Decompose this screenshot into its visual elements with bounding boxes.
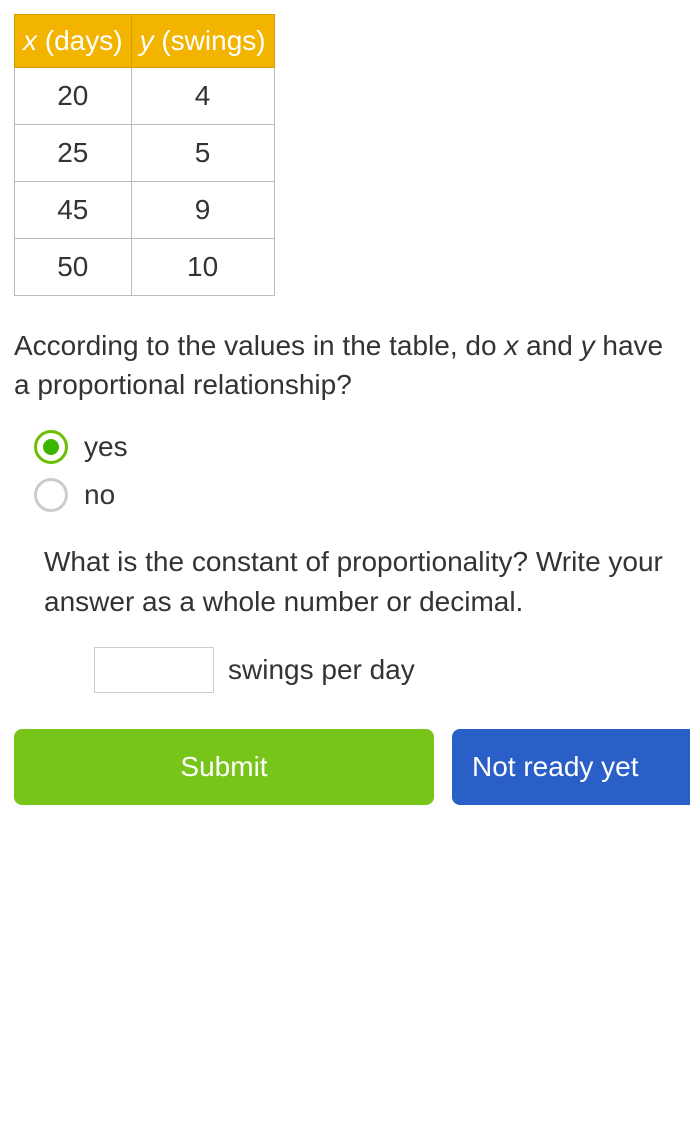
- option-label: yes: [84, 431, 128, 463]
- option-no[interactable]: no: [34, 478, 676, 512]
- radio-icon: [34, 430, 68, 464]
- question-proportional: According to the values in the table, do…: [14, 326, 676, 404]
- question-constant: What is the constant of proportionality?…: [44, 542, 676, 620]
- col-header-x: x (days): [15, 15, 132, 68]
- cell-y: 5: [131, 125, 274, 182]
- data-table: x (days) y (swings) 20 4 25 5 45 9 50 10: [14, 14, 275, 296]
- radio-icon: [34, 478, 68, 512]
- cell-y: 4: [131, 68, 274, 125]
- option-yes[interactable]: yes: [34, 430, 676, 464]
- answer-input[interactable]: [94, 647, 214, 693]
- submit-button[interactable]: Submit: [14, 729, 434, 805]
- table-row: 25 5: [15, 125, 275, 182]
- button-row: Submit Not ready yet: [14, 729, 676, 805]
- not-ready-button[interactable]: Not ready yet: [452, 729, 690, 805]
- option-label: no: [84, 479, 115, 511]
- cell-x: 25: [15, 125, 132, 182]
- col-header-y: y (swings): [131, 15, 274, 68]
- table-row: 45 9: [15, 182, 275, 239]
- answer-row: swings per day: [94, 647, 676, 693]
- cell-x: 45: [15, 182, 132, 239]
- table-row: 20 4: [15, 68, 275, 125]
- cell-x: 20: [15, 68, 132, 125]
- options-group: yes no: [34, 430, 676, 512]
- cell-y: 9: [131, 182, 274, 239]
- cell-x: 50: [15, 239, 132, 296]
- unit-label: swings per day: [228, 654, 415, 686]
- table-row: 50 10: [15, 239, 275, 296]
- cell-y: 10: [131, 239, 274, 296]
